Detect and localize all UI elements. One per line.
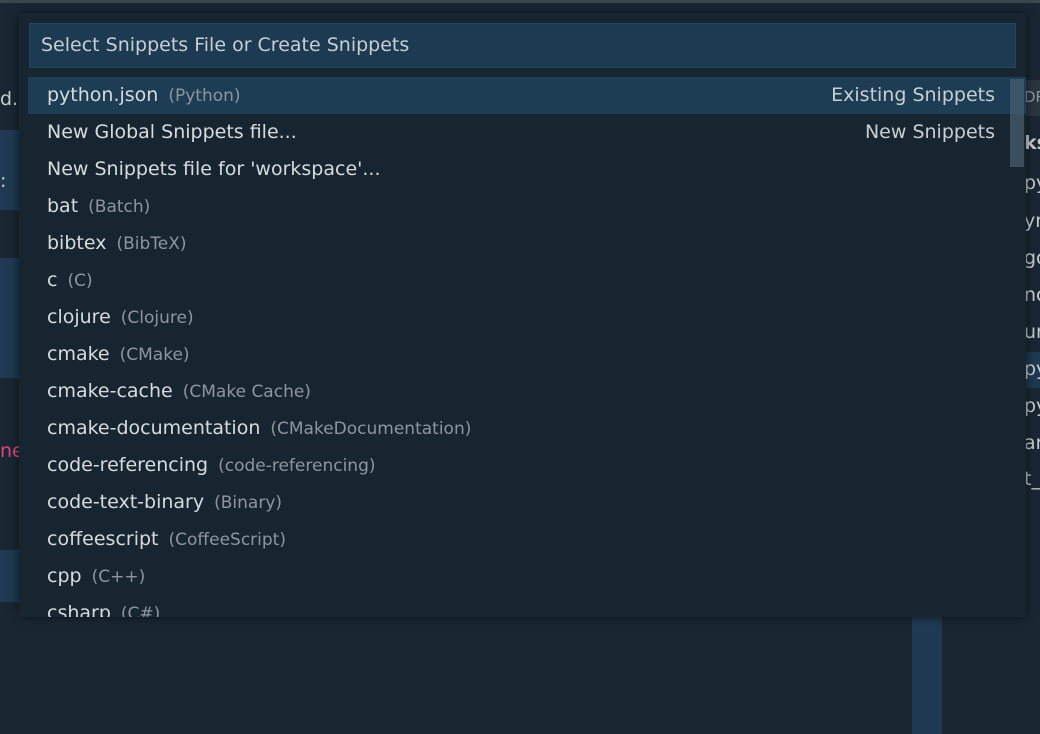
quick-pick-item-label: coffeescript (47, 528, 159, 550)
quick-pick-item-label: code-text-binary (47, 491, 205, 513)
explorer-file-fragment: yn (1024, 210, 1040, 232)
quick-pick-item[interactable]: bibtex (BibTeX) (28, 225, 1026, 262)
quick-pick-item-description: (C#) (120, 604, 161, 617)
quick-pick-item[interactable]: cpp (C++) (28, 558, 1026, 595)
quick-pick-item-label: cmake (47, 343, 110, 365)
quick-pick-item-description: (CMakeDocumentation) (270, 419, 472, 439)
quick-pick-item-label: c (47, 269, 58, 291)
quick-pick-item-label: New Snippets file for 'workspace'... (47, 158, 381, 180)
quick-pick-item-label: code-referencing (47, 454, 209, 476)
quick-pick-item-description: (Clojure) (120, 308, 194, 328)
quick-pick-item-description: (Binary) (214, 493, 283, 513)
explorer-file-fragment: py (1024, 172, 1040, 194)
quick-pick-item-description: (CoffeeScript) (168, 530, 286, 550)
quick-pick-item[interactable]: coffeescript (CoffeeScript) (28, 521, 1026, 558)
quick-pick-panel: Select Snippets File or Create Snippets … (19, 13, 1026, 617)
quick-pick-item-group-label: New Snippets (864, 121, 995, 143)
editor-left-highlight-3 (0, 550, 20, 602)
quick-pick-item-label: csharp (47, 602, 111, 617)
quick-pick-item[interactable]: New Global Snippets file... New Snippets (28, 114, 1026, 151)
quick-pick-item-label: cpp (47, 565, 82, 587)
editor-left-fragment-mid: : (0, 170, 7, 192)
quick-pick-item[interactable]: bat (Batch) (28, 188, 1026, 225)
quick-pick-item-label: bibtex (47, 232, 107, 254)
explorer-file-fragment: py (1024, 358, 1040, 380)
explorer-file-fragment: nc (1024, 284, 1040, 306)
quick-pick-item-label: New Global Snippets file... (47, 121, 297, 143)
quick-pick-item[interactable]: csharp (C#) (28, 595, 1026, 617)
editor-left-fragment: d. (0, 88, 19, 110)
quick-pick-item-description: (CMake) (119, 345, 190, 365)
quick-pick-item-label: clojure (47, 306, 111, 328)
explorer-file-fragment: t_ (1024, 468, 1040, 490)
window-top-border (0, 0, 1040, 3)
explorer-file-fragment: an (1024, 432, 1040, 454)
quick-pick-item-description: (C++) (91, 567, 146, 587)
quick-pick-item[interactable]: clojure (Clojure) (28, 299, 1026, 336)
editor-minimap-strip (912, 600, 942, 734)
quick-pick-item-label: python.json (47, 84, 159, 106)
quick-pick-item[interactable]: New Snippets file for 'workspace'... (28, 151, 1026, 188)
quick-pick-item[interactable]: python.json (Python) Existing Snippets (28, 77, 1026, 114)
quick-pick-item-description: (BibTeX) (116, 234, 187, 254)
quick-pick-list: python.json (Python) Existing Snippets New … (28, 77, 1026, 617)
quick-pick-item-description: (code-referencing) (218, 456, 376, 476)
quick-pick-item-label: cmake-documentation (47, 417, 261, 439)
explorer-file-fragment: ks (1024, 132, 1040, 154)
quick-pick-scrollbar-thumb[interactable] (1010, 79, 1024, 167)
quick-pick-item[interactable]: code-referencing (code-referencing) (28, 447, 1026, 484)
quick-pick-item[interactable]: cmake-cache (CMake Cache) (28, 373, 1026, 410)
explorer-file-fragment: py (1024, 395, 1040, 417)
quick-pick-item-label: bat (47, 195, 79, 217)
quick-pick-item[interactable]: c (C) (28, 262, 1026, 299)
quick-pick-item[interactable]: cmake-documentation (CMakeDocumentation) (28, 410, 1026, 447)
quick-pick-item-group-label: Existing Snippets (831, 84, 995, 106)
quick-pick-input[interactable]: Select Snippets File or Create Snippets (29, 23, 1016, 68)
quick-pick-scrollbar[interactable] (1008, 77, 1026, 617)
editor-left-highlight-2 (0, 258, 20, 378)
quick-pick-item[interactable]: cmake (CMake) (28, 336, 1026, 373)
quick-pick-item-description: (CMake Cache) (182, 382, 311, 402)
explorer-file-fragment: DR (1024, 88, 1040, 106)
quick-pick-item-description: (C) (67, 271, 93, 291)
quick-pick-item-description: (Python) (168, 86, 241, 106)
quick-pick-item-description: (Batch) (88, 197, 151, 217)
explorer-file-fragment: go (1024, 247, 1040, 269)
explorer-file-fragment: un (1024, 321, 1040, 343)
quick-pick-item[interactable]: code-text-binary (Binary) (28, 484, 1026, 521)
quick-pick-item-label: cmake-cache (47, 380, 173, 402)
